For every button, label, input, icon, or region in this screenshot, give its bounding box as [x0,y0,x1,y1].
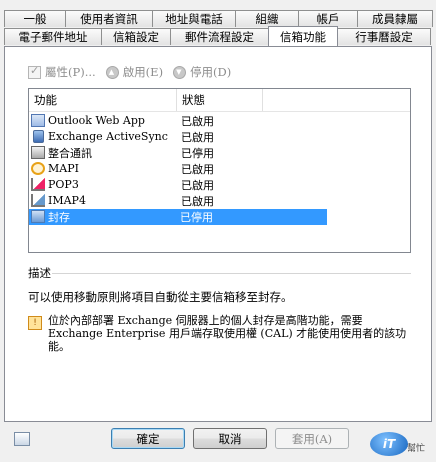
enable-label: 啟用(E) [122,65,164,79]
logo-subtext: 幫忙 [407,444,426,454]
apply-button[interactable]: 套用(A) [275,428,349,449]
license-note: ! 位於內部部署 Exchange 伺服器上的個人封存是高階功能，需要 Exch… [28,314,411,353]
tab-organization[interactable]: 組織 [235,10,299,27]
list-row-imap4[interactable]: IMAP4 已啟用 [29,193,410,208]
mapi-icon [31,162,45,175]
list-row-mapi[interactable]: MAPI 已啟用 [29,161,410,176]
list-row-unified-messaging[interactable]: 整合通訊 已停用 [29,145,410,160]
column-header-blank [263,89,410,111]
unified-messaging-icon [31,146,45,159]
feature-status: 已啟用 [181,178,214,192]
description-divider [52,273,411,274]
feature-name: IMAP4 [48,194,86,207]
feature-name: Outlook Web App [48,114,145,127]
properties-label: 屬性(P)... [45,65,96,79]
tab-mailbox-features[interactable]: 信箱功能 [268,26,338,46]
tab-calendar-settings[interactable]: 行事曆設定 [337,28,431,45]
list-row-archive[interactable]: 封存 已停用 [29,208,327,225]
column-header-feature[interactable]: 功能 [29,89,177,111]
feature-name: MAPI [48,162,79,175]
feature-status: 已啟用 [181,114,214,128]
column-header-status[interactable]: 狀態 [177,89,263,111]
logo-mark: iT [370,432,408,456]
pop3-icon [31,178,45,191]
list-header: 功能 狀態 [29,89,410,112]
description-text: 可以使用移動原則將項目自動從主要信箱移至封存。 [28,290,293,304]
tab-row-bottom: 電子郵件地址 信箱設定 郵件流程設定 信箱功能 行事曆設定 [4,26,432,46]
disable-label: 停用(D) [190,65,232,79]
tab-address-and-phone[interactable]: 地址與電話 [152,10,236,27]
list-row-activesync[interactable]: Exchange ActiveSync 已啟用 [29,129,410,144]
info-icon: ! [28,316,42,330]
cancel-button[interactable]: 取消 [193,428,267,449]
enable-icon [105,65,119,79]
tab-row-top: 一般 使用者資訊 地址與電話 組織 帳戶 成員隸屬 [4,10,433,28]
list-row-pop3[interactable]: POP3 已啟用 [29,177,410,192]
tab-mail-flow-settings[interactable]: 郵件流程設定 [170,28,269,45]
feature-name: 整合通訊 [48,146,92,160]
owa-icon [31,114,45,127]
archive-icon [31,210,45,223]
description-label: 描述 [28,266,51,280]
help-icon[interactable] [14,432,30,446]
imap4-icon [31,194,45,207]
feature-status: 已停用 [181,146,214,160]
feature-name: 封存 [48,210,70,224]
feature-status: 已停用 [176,208,327,225]
tab-user-information[interactable]: 使用者資訊 [65,10,153,27]
disable-icon [173,65,187,79]
properties-icon [28,64,41,79]
tab-mailbox-settings[interactable]: 信箱設定 [101,28,171,45]
feature-status: 已啟用 [181,130,214,144]
list-row-owa[interactable]: Outlook Web App 已啟用 [29,113,410,128]
license-note-text: 位於內部部署 Exchange 伺服器上的個人封存是高階功能，需要 Exchan… [48,314,407,353]
activesync-icon [33,130,44,143]
ithome-watermark-logo: iT 幫忙 [370,432,428,458]
feature-name: Exchange ActiveSync [48,130,168,143]
disable-button[interactable]: 停用(D) [173,64,231,80]
feature-list[interactable]: 功能 狀態 Outlook Web App 已啟用 Exchange Activ… [28,88,411,253]
tab-account[interactable]: 帳戶 [298,10,358,27]
tab-member-of[interactable]: 成員隸屬 [357,10,433,27]
ok-button[interactable]: 確定 [111,428,185,449]
tab-general[interactable]: 一般 [4,10,66,27]
feature-status: 已啟用 [181,194,214,208]
feature-name: POP3 [48,178,79,191]
feature-status: 已啟用 [181,162,214,176]
enable-button[interactable]: 啟用(E) [105,64,164,80]
properties-button[interactable]: 屬性(P)... [28,64,96,80]
tab-email-addresses[interactable]: 電子郵件地址 [4,28,102,45]
feature-toolbar: 屬性(P)... 啟用(E) 停用(D) [28,64,241,80]
